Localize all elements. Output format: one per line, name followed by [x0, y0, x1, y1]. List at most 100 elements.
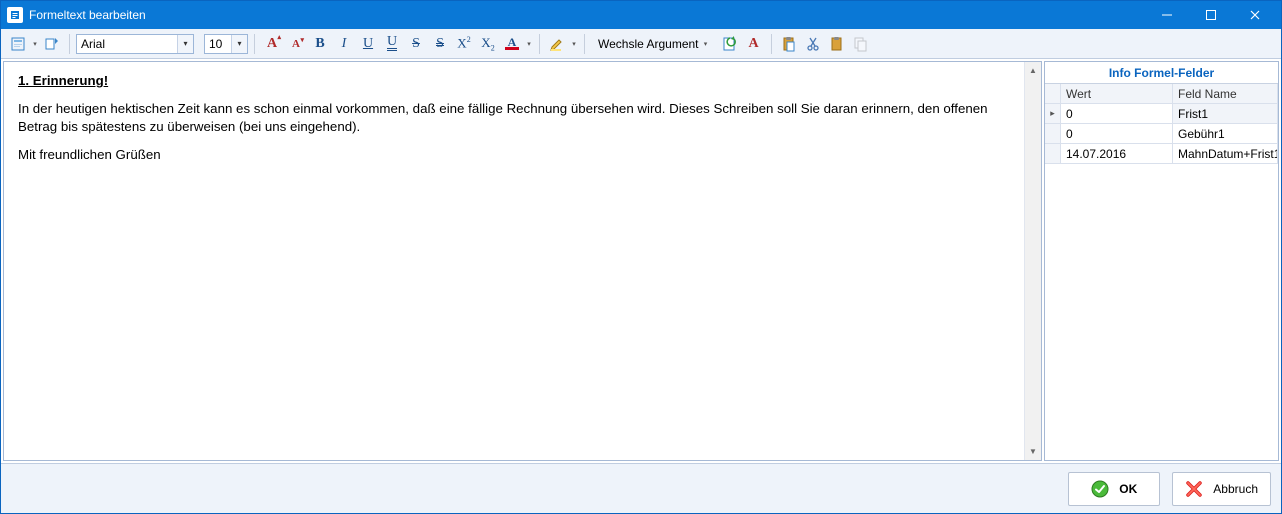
highlight-dropdown[interactable]: ▾ — [570, 33, 578, 55]
ok-icon — [1091, 480, 1109, 498]
window-controls — [1145, 1, 1277, 29]
maximize-icon — [1206, 10, 1216, 20]
fontsize-input[interactable] — [205, 35, 231, 53]
cell-wert: 0 — [1061, 124, 1173, 143]
side-panel: Info Formel-Felder Wert Feld Name ▸0Fris… — [1044, 61, 1279, 461]
switch-argument-label: Wechsle Argument — [598, 37, 699, 51]
italic-button[interactable]: I — [333, 33, 355, 55]
col-wert[interactable]: Wert — [1061, 84, 1173, 103]
subscript-icon: X2 — [481, 35, 494, 53]
underline-button[interactable]: U — [357, 33, 379, 55]
editor[interactable]: 1. Erinnerung! In der heutigen hektische… — [4, 62, 1024, 460]
double-underline-icon: U — [387, 36, 397, 51]
side-panel-title: Info Formel-Felder — [1045, 62, 1278, 84]
highlight-icon — [549, 36, 565, 52]
font-combo[interactable]: ▾ — [76, 34, 194, 54]
italic-icon: I — [342, 36, 347, 52]
minimize-icon — [1162, 10, 1172, 20]
window: Formeltext bearbeiten ▾ ▾ — [0, 0, 1282, 514]
cell-wert: 14.07.2016 — [1061, 144, 1173, 163]
duplicate-button — [850, 33, 872, 55]
bold-icon: B — [315, 36, 324, 52]
double-strikethrough-button[interactable]: S — [429, 33, 451, 55]
insert-field-button[interactable]: A — [743, 33, 765, 55]
scroll-up-button[interactable]: ▲ — [1025, 62, 1041, 79]
font-color-dropdown[interactable]: ▾ — [525, 33, 533, 55]
font-dropdown-button[interactable]: ▾ — [177, 35, 193, 53]
bold-button[interactable]: B — [309, 33, 331, 55]
field-grid: Wert Feld Name ▸0Frist10Gebühr114.07.201… — [1045, 84, 1278, 460]
separator — [254, 34, 255, 54]
formula-refresh-icon — [722, 36, 738, 52]
subscript-button[interactable]: X2 — [477, 33, 499, 55]
maximize-button[interactable] — [1189, 1, 1233, 29]
copy-icon — [829, 36, 845, 52]
strikethrough-button[interactable]: S — [405, 33, 427, 55]
scissors-icon — [805, 36, 821, 52]
footer: OK Abbruch — [1, 463, 1281, 513]
ok-button[interactable]: OK — [1068, 472, 1160, 506]
editor-pane: 1. Erinnerung! In der heutigen hektische… — [3, 61, 1042, 461]
grid-header: Wert Feld Name — [1045, 84, 1278, 104]
format-template-dropdown[interactable]: ▾ — [31, 33, 39, 55]
font-input[interactable] — [77, 35, 177, 53]
main: 1. Erinnerung! In der heutigen hektische… — [1, 59, 1281, 463]
double-underline-button[interactable]: U — [381, 33, 403, 55]
table-row[interactable]: ▸0Frist1 — [1045, 104, 1278, 124]
cut-button[interactable] — [802, 33, 824, 55]
titlebar: Formeltext bearbeiten — [1, 1, 1281, 29]
paste-button[interactable] — [778, 33, 800, 55]
superscript-icon: X2 — [457, 35, 470, 51]
col-feld[interactable]: Feld Name — [1173, 84, 1278, 103]
field-a-icon: A — [748, 36, 758, 52]
ok-label: OK — [1119, 482, 1137, 496]
chevron-down-icon: ▾ — [702, 40, 710, 48]
template-icon — [10, 36, 26, 52]
editor-scrollbar[interactable]: ▲ ▼ — [1024, 62, 1041, 460]
scroll-down-button[interactable]: ▼ — [1025, 443, 1041, 460]
grow-font-button[interactable]: A▴ — [261, 33, 283, 55]
toolbar: ▾ ▾ ▾ A▴ A▾ B I U U — [1, 29, 1281, 59]
table-row[interactable]: 0Gebühr1 — [1045, 124, 1278, 144]
fontsize-combo[interactable]: ▾ — [204, 34, 248, 54]
view-toggle-button[interactable] — [41, 33, 63, 55]
grid-corner — [1045, 84, 1061, 103]
separator — [69, 34, 70, 54]
app-icon — [7, 7, 23, 23]
view-toggle-icon — [44, 36, 60, 52]
editor-body: In der heutigen hektischen Zeit kann es … — [18, 100, 1010, 136]
cancel-button[interactable]: Abbruch — [1172, 472, 1271, 506]
row-indicator: ▸ — [1045, 104, 1061, 123]
separator — [539, 34, 540, 54]
close-button[interactable] — [1233, 1, 1277, 29]
editor-heading: 1. Erinnerung! — [18, 72, 1010, 90]
minimize-button[interactable] — [1145, 1, 1189, 29]
grow-font-icon: A▴ — [267, 36, 277, 52]
paste-icon — [781, 36, 797, 52]
copy-button[interactable] — [826, 33, 848, 55]
cancel-label: Abbruch — [1213, 482, 1258, 496]
cell-feld: Gebühr1 — [1173, 124, 1278, 143]
font-color-button[interactable]: A — [501, 33, 523, 55]
double-strikethrough-icon: S — [436, 36, 444, 52]
switch-argument-button[interactable]: Wechsle Argument ▾ — [591, 33, 717, 55]
cell-feld: MahnDatum+Frist1 — [1173, 144, 1278, 163]
underline-icon: U — [363, 36, 373, 52]
row-indicator — [1045, 144, 1061, 163]
shrink-font-button[interactable]: A▾ — [285, 33, 307, 55]
duplicate-icon — [853, 36, 869, 52]
fontsize-dropdown-button[interactable]: ▾ — [231, 35, 247, 53]
highlight-button[interactable] — [546, 33, 568, 55]
strikethrough-icon: S — [412, 36, 420, 52]
cell-feld: Frist1 — [1173, 104, 1278, 123]
superscript-button[interactable]: X2 — [453, 33, 475, 55]
cell-wert: 0 — [1061, 104, 1173, 123]
cancel-icon — [1185, 480, 1203, 498]
shrink-font-icon: A▾ — [292, 38, 300, 50]
format-template-button[interactable] — [7, 33, 29, 55]
table-row[interactable]: 14.07.2016MahnDatum+Frist1 — [1045, 144, 1278, 164]
font-color-icon: A — [505, 37, 519, 50]
row-indicator — [1045, 124, 1061, 143]
update-formula-button[interactable] — [719, 33, 741, 55]
separator — [771, 34, 772, 54]
